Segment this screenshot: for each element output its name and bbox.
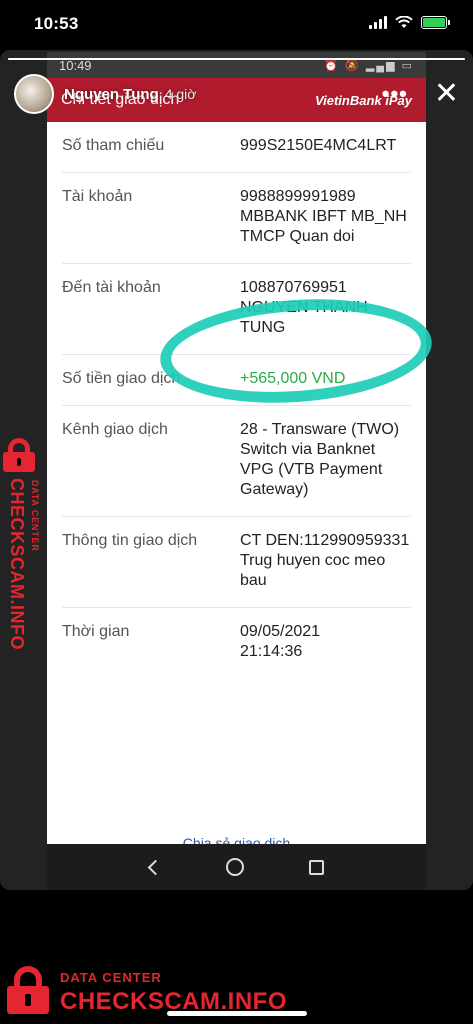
detail-value: 999S2150E4MC4LRT: [240, 137, 397, 154]
side-watermark: CHECKSCAM.INFO DATA CENTER: [2, 438, 50, 668]
detail-row: Thời gian 09/05/2021 21:14:36: [62, 608, 411, 678]
detail-value: CT DEN:112990959331 Trug huyen coc meo b…: [240, 532, 410, 589]
status-icons: [369, 16, 450, 29]
detail-label: Tài khoản: [62, 188, 133, 205]
detail-value: 09/05/2021 21:14:36: [240, 623, 321, 660]
bottom-watermark: DATA CENTER CHECKSCAM.INFO: [6, 962, 306, 1018]
status-time: 10:53: [34, 14, 79, 33]
recents-icon: [308, 859, 324, 875]
android-nav-bar: [47, 844, 426, 890]
detail-row: Số tham chiếu 999S2150E4MC4LRT: [62, 122, 411, 173]
screenshot-status-icons: ⏰ 🔕 ▂▄▆ ▭: [324, 59, 414, 72]
home-indicator[interactable]: [167, 1011, 307, 1016]
story-timestamp: 4 giờ: [164, 86, 197, 102]
avatar[interactable]: [14, 74, 54, 114]
detail-row: Tài khoản 9988899991989 MBBANK IBFT MB_N…: [62, 173, 411, 264]
lock-icon: [2, 438, 36, 472]
detail-label: Số tham chiếu: [62, 137, 165, 154]
more-options-icon[interactable]: •••: [382, 81, 408, 107]
story-username[interactable]: Nguyen Tung: [64, 86, 159, 103]
wifi-icon: [395, 16, 413, 28]
detail-value: 9988899991989 MBBANK IBFT MB_NH TMCP Qua…: [240, 188, 407, 245]
detail-row: Kênh giao dịch 28 - Transware (TWO) Swit…: [62, 406, 411, 517]
back-icon: [147, 859, 163, 875]
watermark-side-small: DATA CENTER: [30, 480, 40, 552]
close-icon[interactable]: ✕: [434, 79, 459, 109]
lock-icon: [6, 966, 50, 1016]
home-icon: [225, 858, 244, 876]
transaction-screenshot: 10:49 ⏰ 🔕 ▂▄▆ ▭ Chi tiết giao dịch Vieti…: [47, 52, 426, 890]
story-header: Nguyen Tung 4 giờ ••• ✕: [14, 72, 459, 116]
detail-label: Kênh giao dịch: [62, 421, 168, 438]
detail-label: Thời gian: [62, 623, 130, 640]
detail-row: Thông tin giao dịch CT DEN:112990959331 …: [62, 517, 411, 608]
watermark-small: DATA CENTER: [60, 970, 162, 985]
share-transaction-link: Chia sẻ giao dịch: [182, 835, 291, 844]
story-progress-fill: [8, 58, 465, 60]
detail-label: Thông tin giao dịch: [62, 532, 198, 549]
watermark-side-big: CHECKSCAM.INFO: [7, 478, 27, 650]
transaction-details: Số tham chiếu 999S2150E4MC4LRT Tài khoản…: [47, 122, 426, 844]
detail-value: 28 - Transware (TWO) Switch via Banknet …: [240, 421, 400, 498]
story-progress-bar: [8, 58, 465, 60]
cellular-signal-icon: [369, 16, 387, 29]
ios-status-bar: 10:53: [0, 0, 473, 50]
battery-icon: [421, 16, 450, 29]
story-viewer[interactable]: 10:49 ⏰ 🔕 ▂▄▆ ▭ Chi tiết giao dịch Vieti…: [0, 50, 473, 890]
